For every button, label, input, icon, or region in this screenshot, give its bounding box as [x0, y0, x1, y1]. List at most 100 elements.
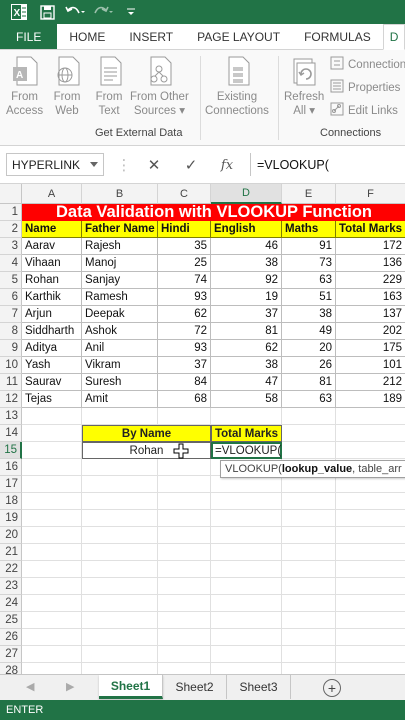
from-text-button[interactable]: From Text — [94, 54, 124, 118]
cell[interactable] — [336, 425, 405, 442]
cell[interactable] — [158, 629, 211, 646]
cell[interactable] — [158, 663, 211, 674]
table-cell[interactable]: 47 — [211, 374, 282, 391]
table-cell[interactable]: Rohan — [22, 272, 82, 289]
table-cell[interactable]: 73 — [282, 255, 336, 272]
cell[interactable] — [82, 578, 158, 595]
row-header-1[interactable]: 1 — [0, 204, 22, 221]
cell[interactable] — [336, 527, 405, 544]
table-cell[interactable]: 63 — [282, 272, 336, 289]
column-header-c[interactable]: C — [158, 184, 211, 204]
cell[interactable] — [22, 527, 82, 544]
table-cell[interactable]: 58 — [211, 391, 282, 408]
row-header-21[interactable]: 21 — [0, 544, 22, 561]
scroll-left-icon[interactable]: ◀ — [26, 680, 34, 693]
cell[interactable] — [211, 408, 282, 425]
row-header-4[interactable]: 4 — [0, 255, 22, 272]
cell[interactable] — [82, 408, 158, 425]
row-header-7[interactable]: 7 — [0, 306, 22, 323]
tab-formulas[interactable]: FORMULAS — [292, 24, 383, 49]
existing-connections-button[interactable]: Existing Connections — [205, 54, 269, 118]
formula-input[interactable]: =VLOOKUP( — [250, 153, 405, 176]
tab-file[interactable]: FILE — [0, 24, 58, 49]
cell[interactable] — [22, 510, 82, 527]
cell[interactable] — [158, 408, 211, 425]
cell[interactable] — [336, 663, 405, 674]
cell[interactable] — [22, 612, 82, 629]
table-cell[interactable]: 49 — [282, 323, 336, 340]
cell[interactable] — [211, 561, 282, 578]
cell[interactable] — [282, 476, 336, 493]
cell[interactable] — [22, 459, 82, 476]
table-cell[interactable]: 38 — [282, 306, 336, 323]
cell[interactable] — [211, 476, 282, 493]
cell[interactable] — [22, 663, 82, 674]
row-header-26[interactable]: 26 — [0, 629, 22, 646]
row-header-22[interactable]: 22 — [0, 561, 22, 578]
cell[interactable] — [82, 561, 158, 578]
table-cell[interactable]: 35 — [158, 238, 211, 255]
table-cell[interactable]: Tejas — [22, 391, 82, 408]
cell[interactable] — [158, 510, 211, 527]
row-header-28[interactable]: 28 — [0, 663, 22, 674]
cell[interactable] — [336, 408, 405, 425]
row-header-25[interactable]: 25 — [0, 612, 22, 629]
cell[interactable] — [82, 646, 158, 663]
cell[interactable] — [336, 578, 405, 595]
name-box[interactable]: HYPERLINK — [6, 153, 104, 176]
from-web-button[interactable]: From Web — [52, 54, 82, 118]
row-header-14[interactable]: 14 — [0, 425, 22, 442]
redo-icon[interactable] — [92, 1, 114, 23]
table-cell[interactable]: 172 — [336, 238, 405, 255]
table-cell[interactable]: 93 — [158, 289, 211, 306]
row-header-5[interactable]: 5 — [0, 272, 22, 289]
cell[interactable] — [158, 612, 211, 629]
table-cell[interactable]: 202 — [336, 323, 405, 340]
table-cell[interactable]: 38 — [211, 255, 282, 272]
cell[interactable] — [22, 629, 82, 646]
cell[interactable] — [158, 595, 211, 612]
table-cell[interactable]: 84 — [158, 374, 211, 391]
table-cell[interactable]: 46 — [211, 238, 282, 255]
table-cell[interactable]: 25 — [158, 255, 211, 272]
sheet-tab-sheet2[interactable]: Sheet2 — [163, 675, 227, 699]
cell[interactable] — [282, 629, 336, 646]
cell[interactable] — [282, 408, 336, 425]
table-cell[interactable]: 91 — [282, 238, 336, 255]
tab-page-layout[interactable]: PAGE LAYOUT — [185, 24, 292, 49]
table-cell[interactable]: Vikram — [82, 357, 158, 374]
sheet-tab-sheet3[interactable]: Sheet3 — [227, 675, 291, 699]
cell[interactable] — [22, 646, 82, 663]
cell[interactable] — [22, 476, 82, 493]
row-header-27[interactable]: 27 — [0, 646, 22, 663]
table-cell[interactable]: 19 — [211, 289, 282, 306]
cell[interactable] — [282, 561, 336, 578]
table-cell[interactable]: 37 — [211, 306, 282, 323]
cell[interactable] — [82, 612, 158, 629]
cell[interactable] — [336, 476, 405, 493]
table-cell[interactable]: Vihaan — [22, 255, 82, 272]
active-cell-d15[interactable]: =VLOOKUP( — [211, 442, 282, 459]
cell[interactable] — [211, 629, 282, 646]
row-header-8[interactable]: 8 — [0, 323, 22, 340]
table-cell[interactable]: Sanjay — [82, 272, 158, 289]
table-cell[interactable]: 51 — [282, 289, 336, 306]
cell[interactable] — [158, 459, 211, 476]
table-cell[interactable]: 81 — [282, 374, 336, 391]
tab-insert[interactable]: INSERT — [117, 24, 185, 49]
cell[interactable] — [82, 595, 158, 612]
row-header-11[interactable]: 11 — [0, 374, 22, 391]
cell[interactable] — [82, 493, 158, 510]
row-header-20[interactable]: 20 — [0, 527, 22, 544]
chevron-down-icon[interactable] — [90, 162, 98, 167]
row-header-2[interactable]: 2 — [0, 221, 22, 238]
table-cell[interactable]: Saurav — [22, 374, 82, 391]
enter-check-icon[interactable]: ✓ — [180, 154, 202, 176]
cell[interactable] — [282, 578, 336, 595]
cell[interactable] — [82, 527, 158, 544]
row-header-16[interactable]: 16 — [0, 459, 22, 476]
cell[interactable] — [158, 578, 211, 595]
cell[interactable] — [82, 459, 158, 476]
cell[interactable] — [82, 663, 158, 674]
table-cell[interactable]: 74 — [158, 272, 211, 289]
